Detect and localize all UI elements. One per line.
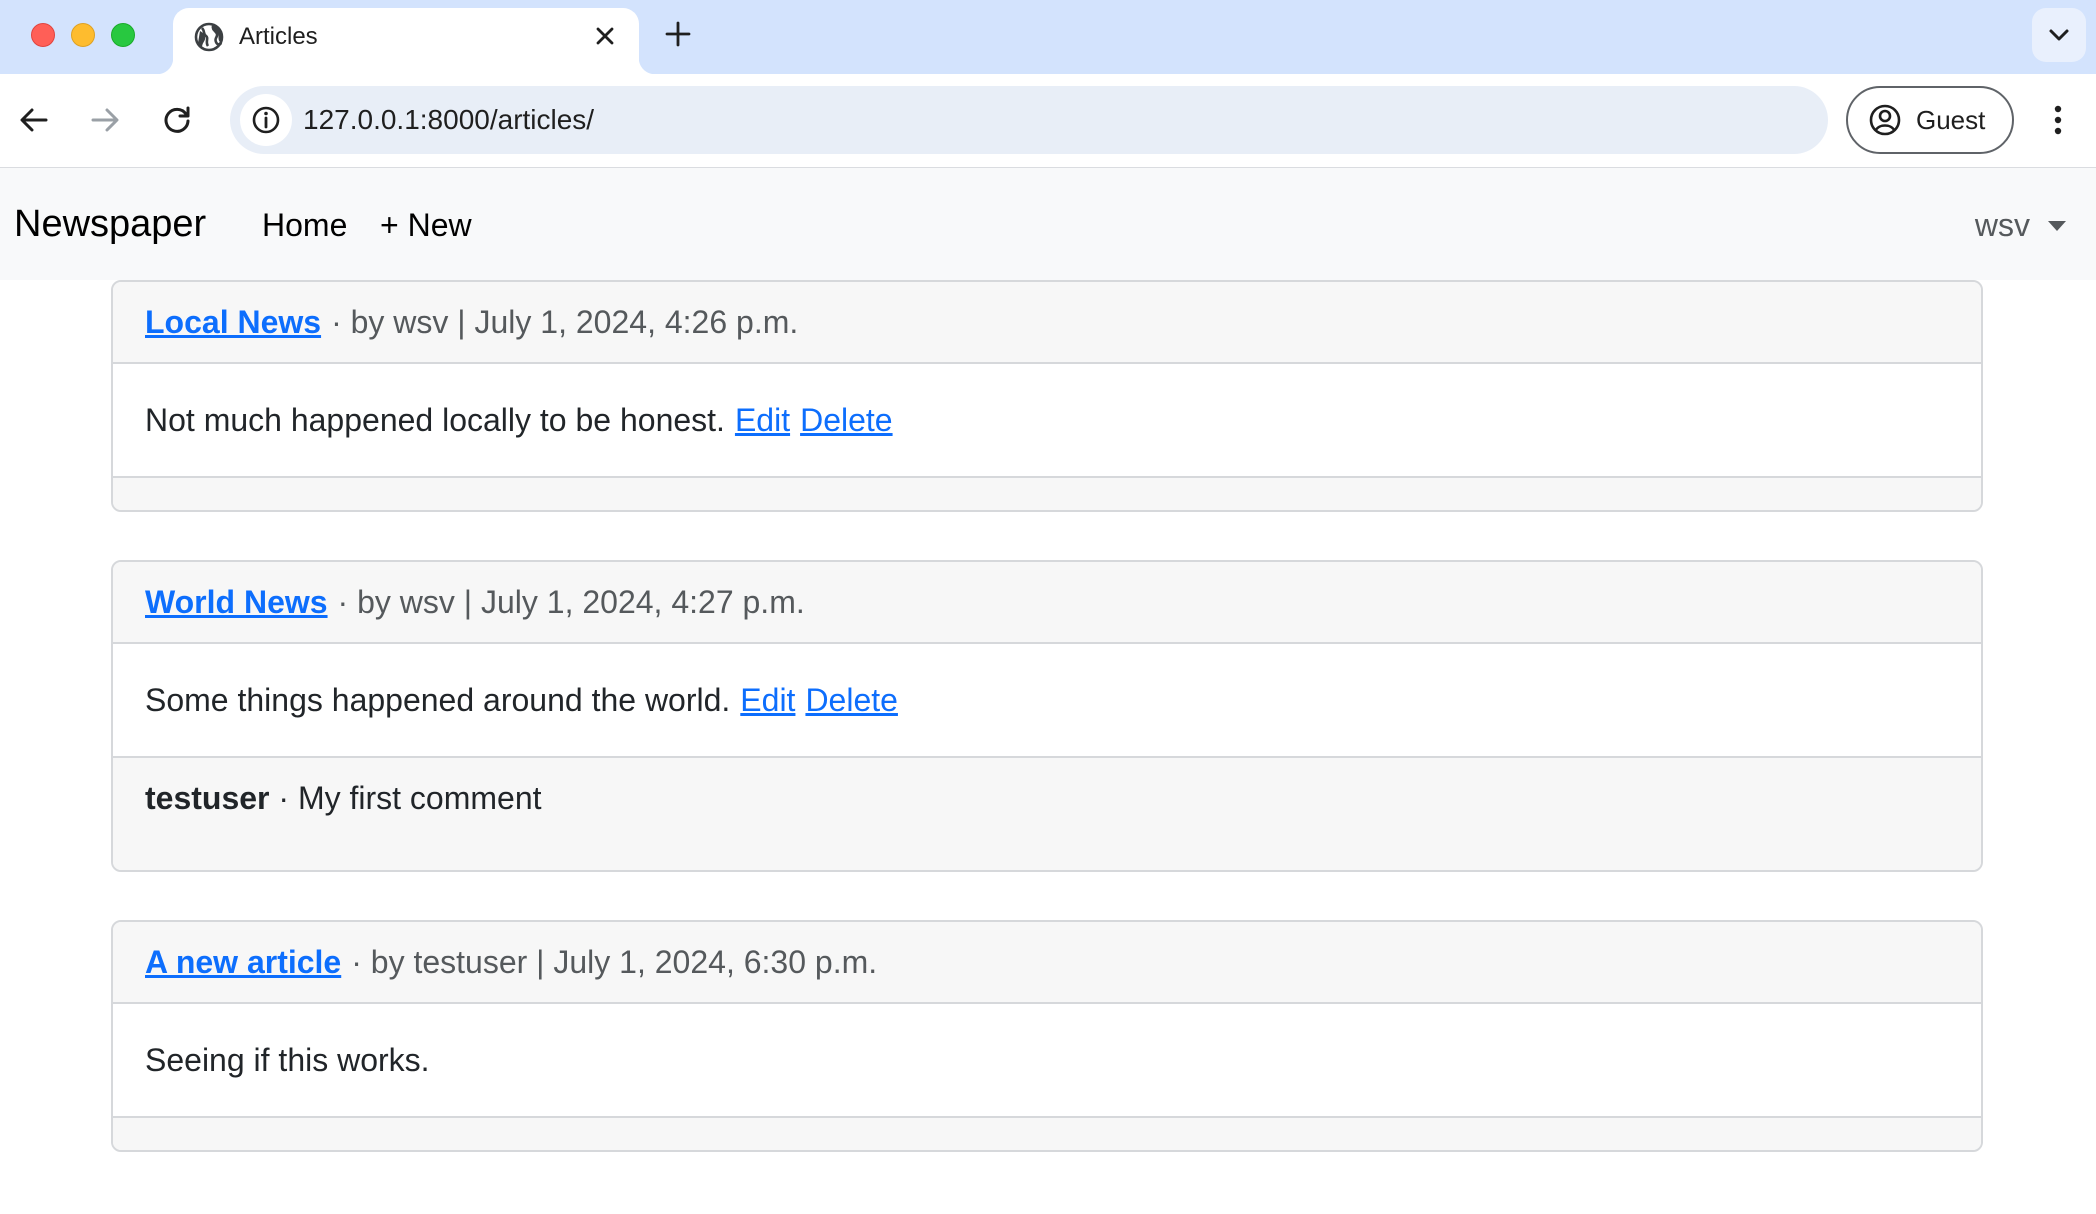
article-body: Not much happened locally to be honest. … <box>113 364 1981 476</box>
forward-button[interactable] <box>79 94 131 146</box>
article-footer <box>113 1116 1981 1150</box>
article-text: Seeing if this works. <box>145 1041 430 1078</box>
close-window-button[interactable] <box>31 23 55 47</box>
delete-link[interactable]: Delete <box>805 682 898 719</box>
edit-link[interactable]: Edit <box>735 402 790 439</box>
comment: testuser · My first comment <box>145 780 1949 817</box>
info-icon <box>252 106 280 134</box>
profile-label: Guest <box>1916 104 1986 135</box>
article-body: Some things happened around the world. E… <box>113 644 1981 756</box>
site-navbar: Newspaper Home + New wsv <box>0 168 2096 280</box>
more-vertical-icon <box>2054 105 2062 135</box>
article-title-link[interactable]: Local News <box>145 304 321 341</box>
arrow-right-icon <box>91 108 119 132</box>
reload-button[interactable] <box>151 94 203 146</box>
article-meta: · by testuser | July 1, 2024, 6:30 p.m. <box>351 943 878 980</box>
caret-down-icon <box>2048 221 2066 231</box>
nav-home-link[interactable]: Home <box>262 205 347 245</box>
article-text: Some things happened around the world. <box>145 681 731 718</box>
arrow-left-icon <box>20 108 48 132</box>
url-text[interactable]: 127.0.0.1:8000/articles/ <box>303 103 594 137</box>
article-title-link[interactable]: World News <box>145 584 328 621</box>
tab-strip: Articles <box>0 0 2096 74</box>
tab-search-button[interactable] <box>2032 8 2086 62</box>
minimize-window-button[interactable] <box>71 23 95 47</box>
address-bar[interactable]: 127.0.0.1:8000/articles/ <box>230 86 1828 154</box>
new-tab-button[interactable] <box>658 14 698 54</box>
delete-link[interactable]: Delete <box>800 402 893 439</box>
article-footer: testuser · My first comment <box>113 756 1981 870</box>
article-footer <box>113 476 1981 510</box>
user-name: wsv <box>1974 207 2030 243</box>
plus-icon <box>665 21 691 47</box>
article-meta: · by wsv | July 1, 2024, 4:27 p.m. <box>337 583 805 620</box>
active-tab[interactable]: Articles <box>157 8 655 74</box>
article-header: World News · by wsv | July 1, 2024, 4:27… <box>113 562 1981 644</box>
profile-button[interactable]: Guest <box>1846 86 2014 154</box>
browser-toolbar: 127.0.0.1:8000/articles/ Guest <box>0 74 2096 168</box>
article-body: Seeing if this works. <box>113 1004 1981 1116</box>
edit-link[interactable]: Edit <box>740 682 795 719</box>
maximize-window-button[interactable] <box>111 23 135 47</box>
reload-icon <box>164 106 190 133</box>
browser-menu-button[interactable] <box>2036 94 2080 146</box>
article-header: Local News · by wsv | July 1, 2024, 4:26… <box>113 282 1981 364</box>
close-icon <box>596 27 614 45</box>
navbar-brand[interactable]: Newspaper <box>14 202 206 246</box>
article-title-link[interactable]: A new article <box>145 944 341 981</box>
back-button[interactable] <box>8 94 60 146</box>
article-card: Local News · by wsv | July 1, 2024, 4:26… <box>111 280 1983 512</box>
close-tab-button[interactable] <box>587 18 623 54</box>
comment-text: · My first comment <box>278 780 542 816</box>
article-card: World News · by wsv | July 1, 2024, 4:27… <box>111 560 1983 872</box>
article-meta: · by wsv | July 1, 2024, 4:26 p.m. <box>331 303 799 340</box>
article-text: Not much happened locally to be honest. <box>145 401 725 438</box>
site-info-button[interactable] <box>240 94 292 146</box>
article-header: A new article · by testuser | July 1, 20… <box>113 922 1981 1004</box>
account-icon <box>1869 104 1901 136</box>
tab-title: Articles <box>239 23 318 50</box>
globe-icon <box>194 22 224 52</box>
nav-new-article-link[interactable]: + New <box>380 205 472 245</box>
comment-author: testuser <box>145 780 270 816</box>
chevron-down-icon <box>2049 29 2069 41</box>
article-card: A new article · by testuser | July 1, 20… <box>111 920 1983 1152</box>
user-dropdown[interactable]: wsv <box>1975 205 2066 245</box>
